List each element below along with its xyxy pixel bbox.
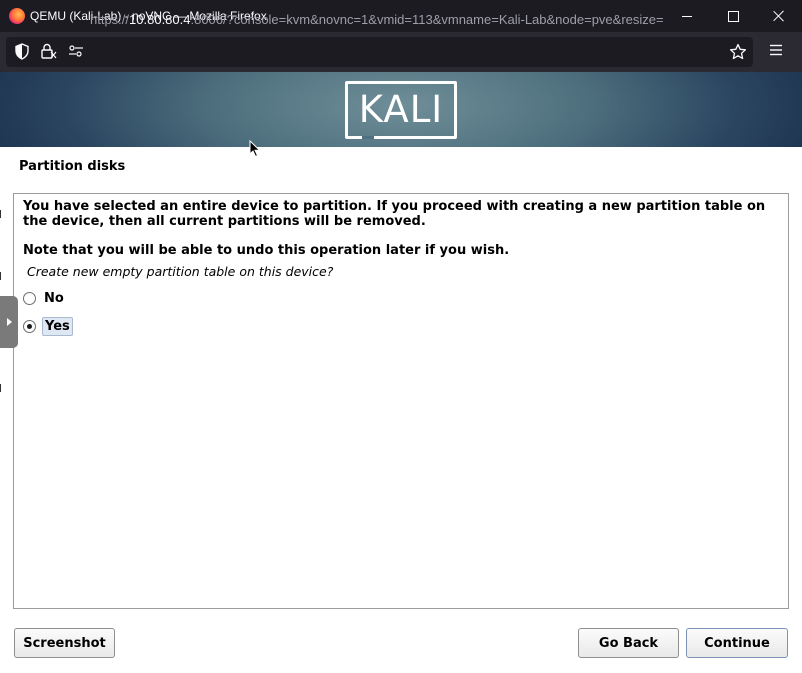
kali-banner: KALI bbox=[0, 72, 802, 147]
edge-marker bbox=[0, 384, 1, 392]
continue-button[interactable]: Continue bbox=[686, 628, 788, 658]
partition-dialog: You have selected an entire device to pa… bbox=[13, 193, 789, 609]
page-title: Partition disks bbox=[19, 159, 126, 174]
option-yes-label[interactable]: Yes bbox=[42, 316, 73, 336]
screenshot-button[interactable]: Screenshot bbox=[14, 628, 115, 658]
edge-marker bbox=[0, 272, 1, 280]
url-host: 10.80.80.4 bbox=[129, 12, 191, 27]
undo-note-text: Note that you will be able to undo this … bbox=[23, 243, 510, 258]
radio-yes[interactable] bbox=[23, 319, 36, 333]
expand-arrow-icon bbox=[6, 318, 12, 326]
warning-text: You have selected an entire device to pa… bbox=[23, 199, 766, 229]
option-no[interactable]: No bbox=[23, 288, 66, 308]
novnc-control-bar-handle[interactable] bbox=[0, 296, 18, 348]
question-text: Create new empty partition table on this… bbox=[27, 264, 334, 279]
navigation-toolbar bbox=[0, 32, 802, 73]
edge-marker bbox=[0, 210, 1, 218]
radio-no[interactable] bbox=[23, 291, 36, 305]
option-yes[interactable]: Yes bbox=[23, 316, 73, 336]
url-text[interactable]: https://10.80.80.4:8006/?console=kvm&nov… bbox=[90, 12, 730, 27]
mouse-cursor-icon bbox=[249, 140, 261, 158]
close-window-button[interactable] bbox=[756, 0, 802, 32]
firefox-logo-icon bbox=[9, 8, 25, 24]
option-no-label[interactable]: No bbox=[42, 290, 66, 307]
close-icon bbox=[773, 10, 785, 22]
hamburger-menu-icon[interactable] bbox=[769, 44, 783, 56]
lock-icon[interactable] bbox=[40, 43, 58, 60]
go-back-button[interactable]: Go Back bbox=[578, 628, 679, 658]
bookmark-star-icon[interactable] bbox=[729, 43, 747, 61]
url-bar[interactable] bbox=[6, 37, 753, 67]
permissions-icon[interactable] bbox=[68, 45, 84, 57]
shield-icon[interactable] bbox=[14, 43, 30, 60]
url-path: :8006/?console=kvm&novnc=1&vmid=113&vmna… bbox=[190, 12, 664, 27]
url-prefix: https:// bbox=[90, 12, 130, 27]
kali-logo: KALI bbox=[345, 81, 457, 139]
